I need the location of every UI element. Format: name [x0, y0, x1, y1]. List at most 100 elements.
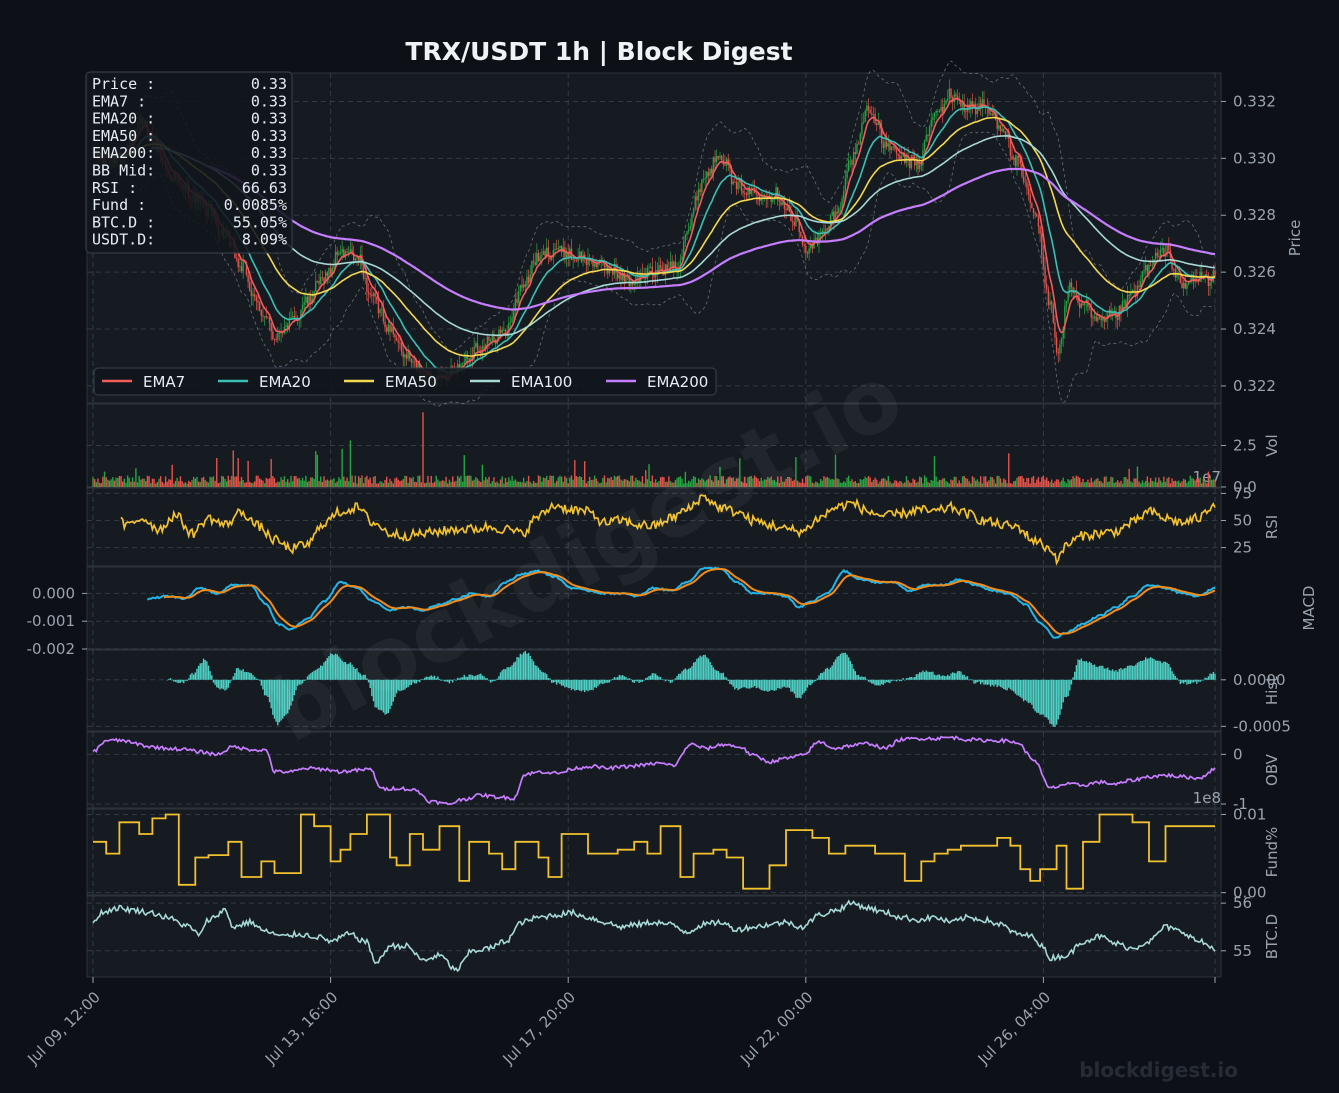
hist-bar	[536, 665, 538, 680]
volume-bar	[329, 479, 332, 487]
hist-bar	[542, 672, 545, 680]
hist-bar	[841, 652, 843, 680]
volume-bar	[336, 481, 338, 487]
candle-body	[709, 168, 711, 176]
volume-bar	[1069, 480, 1071, 487]
volume-bar	[968, 481, 970, 487]
hist-bar	[519, 653, 522, 680]
volume-bar	[320, 476, 322, 487]
y-tick-label: 0.322	[1233, 377, 1276, 395]
hist-bar	[643, 679, 645, 681]
hist-bar	[1181, 679, 1183, 683]
candle-body	[1088, 306, 1091, 308]
volume-bar	[496, 481, 498, 487]
volume-bar	[569, 477, 571, 487]
candle-body	[706, 172, 708, 179]
volume-bar	[559, 475, 561, 487]
volume-bar	[1204, 480, 1206, 487]
volume-bar	[521, 482, 523, 487]
volume-bar	[282, 479, 284, 487]
volume-bar	[1151, 480, 1153, 487]
volume-bar	[861, 479, 863, 487]
hist-bar	[1179, 679, 1182, 685]
volume-bar	[857, 483, 860, 487]
volume-bar	[390, 481, 393, 487]
volume-bar	[245, 482, 248, 487]
volume-bar	[1123, 477, 1125, 487]
hist-bar	[765, 679, 767, 691]
volume-bar	[1093, 480, 1096, 487]
hist-bar	[211, 675, 213, 680]
volume-bar	[1138, 481, 1140, 487]
hist-bar	[914, 677, 916, 680]
hist-bar	[796, 679, 799, 699]
hist-bar	[780, 679, 782, 689]
hist-bar	[732, 679, 734, 687]
y-tick-label: 75	[1233, 484, 1252, 502]
info-value: 0.33	[251, 92, 287, 110]
candle-body	[554, 248, 556, 251]
hist-bar	[1036, 679, 1038, 713]
candle-body	[808, 248, 810, 254]
hist-bar	[1135, 664, 1137, 680]
candle-body	[1209, 282, 1211, 287]
hist-bar	[734, 679, 736, 690]
volume-bar	[1021, 475, 1023, 487]
hist-bar	[683, 669, 685, 680]
candle-body	[745, 193, 748, 196]
volume-bar	[458, 477, 460, 487]
hist-bar	[176, 679, 178, 683]
candle-body	[791, 221, 794, 222]
volume-bar	[344, 480, 347, 487]
hist-bar	[1097, 667, 1099, 680]
hist-bar	[598, 679, 601, 685]
hist-bar	[633, 679, 635, 683]
volume-bar	[364, 477, 366, 487]
candle-body	[1145, 265, 1147, 271]
volume-bar	[445, 476, 447, 487]
y-axis-label: RSI	[1263, 515, 1281, 539]
volume-bar	[293, 476, 295, 487]
volume-bar	[986, 481, 988, 487]
hist-bar	[1209, 673, 1211, 680]
volume-bar	[895, 480, 898, 487]
hist-bar	[230, 679, 233, 681]
hist-bar	[854, 671, 856, 680]
candle-body	[996, 119, 998, 129]
hist-bar	[636, 679, 639, 682]
volume-bar	[430, 475, 432, 487]
hist-bar	[872, 679, 875, 684]
hist-bar	[1004, 679, 1007, 690]
volume-bar	[846, 477, 848, 487]
volume-bar	[923, 475, 926, 487]
candle-body	[278, 332, 281, 334]
candle-body	[803, 244, 805, 246]
volume-bar	[415, 482, 418, 487]
hist-bar	[879, 679, 881, 686]
volume-bar	[433, 481, 436, 487]
volume-bar	[263, 483, 266, 487]
hist-bar	[1146, 658, 1149, 680]
candle-body	[366, 277, 368, 293]
hist-bar	[978, 679, 980, 682]
candle-body	[701, 179, 703, 193]
hist-bar	[1029, 679, 1031, 703]
hist-bar	[831, 665, 833, 680]
volume-bar	[405, 475, 408, 487]
hist-bar	[224, 679, 226, 691]
candle-body	[1181, 282, 1183, 289]
hist-bar	[661, 679, 663, 680]
volume-bar	[1133, 478, 1135, 487]
volume-bar	[1186, 482, 1188, 487]
hist-bar	[1113, 671, 1116, 680]
volume-bar	[1085, 481, 1087, 487]
volume-bar	[884, 478, 886, 487]
hist-bar	[166, 679, 168, 681]
hist-bar	[750, 679, 753, 688]
panel-frame	[86, 808, 1222, 896]
hist-bar	[956, 671, 959, 680]
volume-bar	[532, 480, 535, 487]
hist-bar	[485, 678, 487, 680]
volume-bar	[341, 448, 343, 487]
hist-bar	[663, 679, 665, 681]
